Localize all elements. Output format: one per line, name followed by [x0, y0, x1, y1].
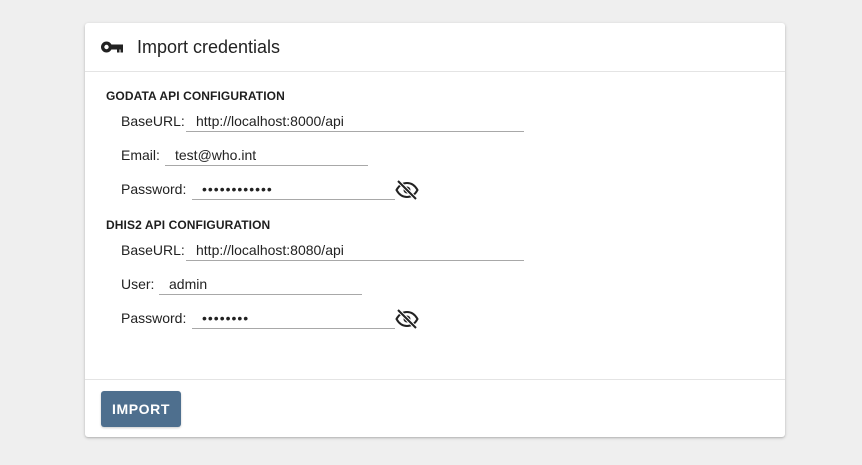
godata-password-label: Password:: [121, 181, 187, 197]
godata-email-input[interactable]: [165, 144, 368, 166]
dhis2-password-label: Password:: [121, 310, 187, 326]
eye-off-icon[interactable]: [395, 178, 419, 202]
godata-password-input[interactable]: [192, 178, 395, 200]
godata-section-title: GODATA API CONFIGURATION: [106, 89, 285, 103]
card-header: Import credentials: [85, 23, 785, 72]
godata-baseurl-label: BaseURL:: [121, 113, 185, 129]
dhis2-baseurl-label: BaseURL:: [121, 242, 185, 258]
card-title: Import credentials: [137, 37, 281, 57]
dhis2-user-input[interactable]: [159, 273, 362, 295]
dhis2-section-title: DHIS2 API CONFIGURATION: [106, 218, 271, 232]
godata-email-label: Email:: [121, 147, 160, 163]
key-icon: [101, 41, 123, 53]
godata-baseurl-input[interactable]: [186, 110, 524, 132]
dhis2-user-label: User:: [121, 276, 155, 292]
eye-off-icon[interactable]: [395, 307, 419, 331]
dhis2-password-input[interactable]: [192, 307, 395, 329]
card-footer-divider: [85, 379, 785, 380]
import-credentials-card: Import credentials GODATA API CONFIGURAT…: [85, 23, 785, 437]
import-button[interactable]: IMPORT: [101, 391, 181, 427]
dhis2-baseurl-input[interactable]: [186, 239, 524, 261]
